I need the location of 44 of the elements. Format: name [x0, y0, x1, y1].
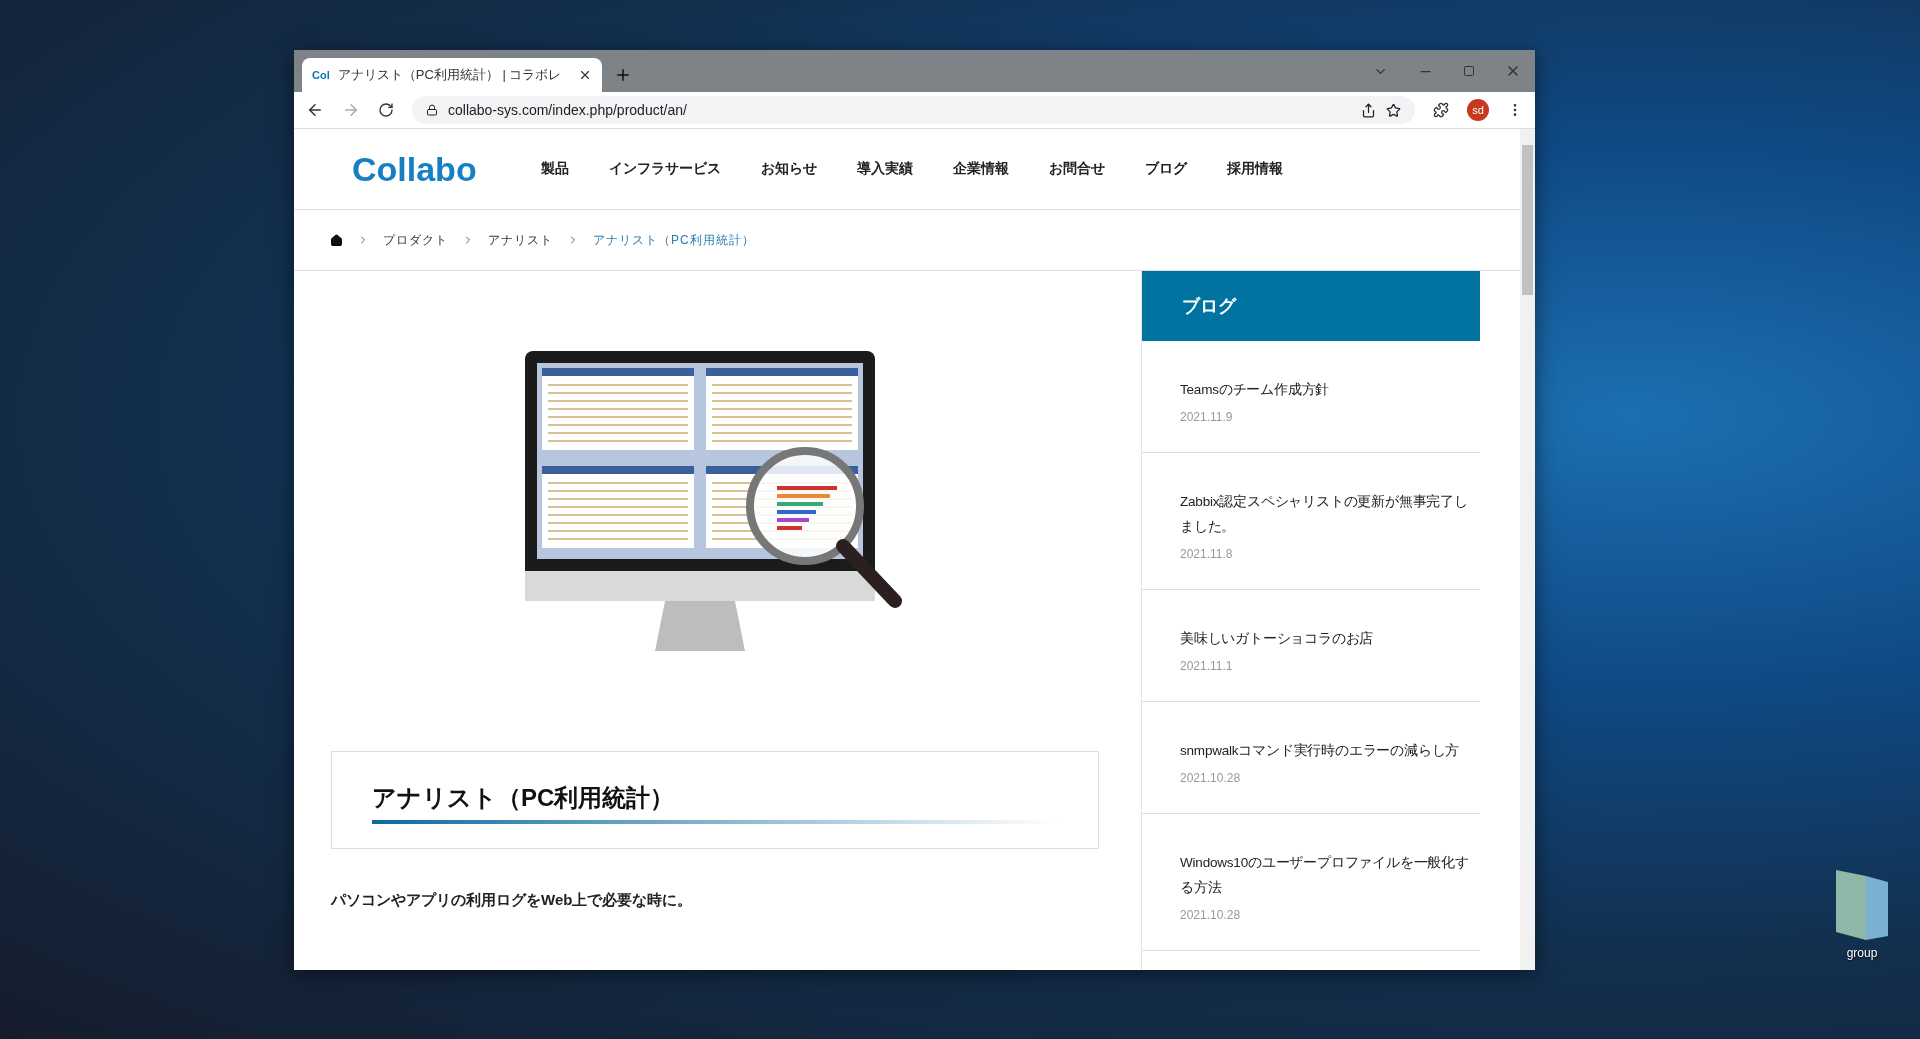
post-link[interactable]: 美味しいガトーショコラのお店: [1180, 626, 1480, 651]
nav-link[interactable]: お問合せ: [1048, 160, 1105, 178]
nav-link[interactable]: 採用情報: [1226, 160, 1283, 178]
profile-avatar[interactable]: sd: [1467, 99, 1489, 121]
nav-link[interactable]: ブログ: [1144, 160, 1187, 178]
lock-icon: [426, 104, 438, 116]
post-date: 2021.10.28: [1180, 771, 1242, 785]
post-date: 2021.11.9: [1180, 410, 1234, 424]
breadcrumb-link[interactable]: プロダクト: [383, 231, 448, 249]
site-logo[interactable]: Collabo: [352, 149, 477, 189]
breadcrumb-link[interactable]: アナリスト（PC利用統計）: [593, 231, 755, 249]
star-icon[interactable]: [1386, 102, 1401, 118]
post-date: 2021.11.8: [1180, 547, 1234, 561]
nav-link[interactable]: 導入実績: [856, 160, 913, 178]
breadcrumb-link[interactable]: アナリスト: [488, 231, 553, 249]
tab-title: アナリスト（PC利用統計） | コラボレ: [337, 66, 563, 84]
maximize-icon[interactable]: [1463, 65, 1475, 77]
address-bar[interactable]: collabo-sys.com/index.php/product/an/: [412, 96, 1415, 124]
back-icon[interactable]: [306, 101, 324, 119]
close-icon[interactable]: [578, 68, 592, 82]
post-link[interactable]: Teamsのチーム作成方針: [1180, 377, 1480, 402]
nav-link[interactable]: 企業情報: [952, 160, 1009, 178]
scrollbar[interactable]: [1520, 129, 1535, 970]
home-icon[interactable]: [330, 233, 343, 247]
nav-link[interactable]: インフラサービス: [608, 160, 721, 178]
page-title: アナリスト（PC利用統計）: [372, 783, 676, 813]
nav-link[interactable]: 製品: [540, 160, 569, 178]
share-icon[interactable]: [1361, 102, 1376, 118]
post-link[interactable]: snmpwalkコマンド実行時のエラーの減らし方: [1180, 738, 1480, 763]
post-link[interactable]: Zabbix認定スペシャリストの更新が無事完了しました。: [1180, 489, 1480, 539]
puzzle-icon[interactable]: [1433, 102, 1449, 118]
url-text: collabo-sys.com/index.php/product/an/: [448, 102, 688, 118]
sidebar-heading: ブログ: [1142, 271, 1480, 341]
scrollbar-thumb[interactable]: [1522, 145, 1533, 295]
browser-tab[interactable]: Col アナリスト（PC利用統計） | コラボレ: [302, 58, 602, 92]
desktop-icon-label[interactable]: group: [1846, 946, 1878, 960]
post-date: 2021.10.28: [1180, 908, 1242, 922]
post-link[interactable]: Windows10のユーザープロファイルを一般化する方法: [1180, 850, 1480, 900]
tab-favicon: Col: [312, 69, 330, 81]
reload-icon[interactable]: [378, 102, 394, 118]
lead-text: パソコンやアプリの利用ログをWeb上で必要な時に。: [331, 891, 694, 910]
post-date: 2021.11.1: [1180, 659, 1234, 673]
nav-link[interactable]: お知らせ: [760, 160, 817, 178]
new-tab-icon[interactable]: [614, 66, 632, 84]
